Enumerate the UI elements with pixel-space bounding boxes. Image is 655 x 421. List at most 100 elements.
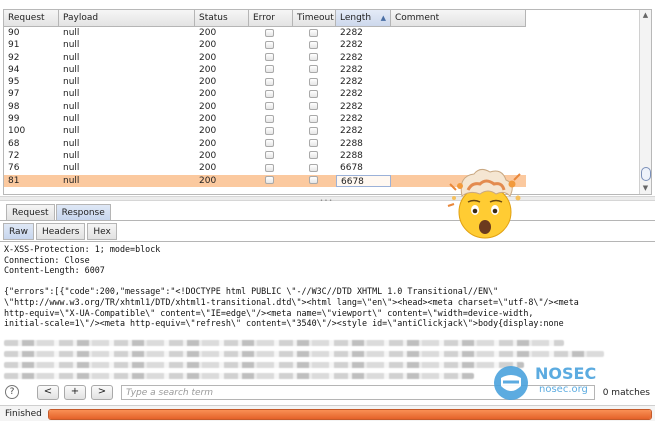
cell-comment (391, 76, 526, 88)
table-body: 90 null 200 2282 91 null 200 2282 92 null 200 2282 9… (4, 27, 526, 187)
timeout-checkbox[interactable] (309, 126, 318, 135)
table-row[interactable]: 100 null 200 2282 (4, 125, 526, 137)
response-viewer[interactable]: X-XSS-Protection: 1; mode=block Connecti… (0, 241, 655, 380)
error-checkbox[interactable] (265, 139, 274, 148)
column-header-status[interactable]: Status (195, 10, 249, 26)
error-checkbox[interactable] (265, 89, 274, 98)
timeout-checkbox[interactable] (309, 114, 318, 123)
cell-timeout (293, 88, 336, 100)
column-header-length-label: Length (340, 13, 372, 23)
cell-payload: null (63, 28, 80, 38)
cell-payload: null (63, 163, 80, 174)
subtab-hex[interactable]: Hex (87, 223, 117, 240)
column-header-payload[interactable]: Payload (59, 10, 195, 26)
cell-timeout (293, 162, 336, 174)
error-checkbox[interactable] (265, 163, 274, 172)
error-checkbox[interactable] (265, 65, 274, 74)
redacted-line (4, 340, 564, 346)
cell-length: 6678 (340, 163, 363, 174)
tab-request[interactable]: Request (6, 204, 55, 220)
table-row[interactable]: 99 null 200 2282 (4, 113, 526, 125)
column-header-error[interactable]: Error (249, 10, 293, 26)
timeout-checkbox[interactable] (309, 89, 318, 98)
error-checkbox[interactable] (265, 102, 274, 111)
timeout-checkbox[interactable] (309, 65, 318, 74)
tab-divider (0, 220, 655, 221)
column-header-request[interactable]: Request (4, 10, 59, 26)
table-row[interactable]: 97 null 200 2282 (4, 88, 526, 100)
timeout-checkbox[interactable] (309, 77, 318, 86)
timeout-checkbox[interactable] (309, 151, 318, 160)
timeout-checkbox[interactable] (309, 28, 318, 37)
table-row[interactable]: 91 null 200 2282 (4, 39, 526, 51)
table-scrollbar[interactable]: ▲ ▼ (639, 10, 651, 194)
match-count: 0 matches (602, 388, 650, 398)
cell-request: 72 (8, 150, 20, 161)
column-header-comment[interactable]: Comment (391, 10, 526, 26)
scrollbar-thumb[interactable] (641, 167, 651, 181)
search-next-button[interactable]: > (91, 385, 113, 400)
cell-timeout (293, 101, 336, 113)
cell-request: 68 (8, 138, 20, 149)
help-icon[interactable]: ? (5, 385, 19, 399)
error-checkbox[interactable] (265, 77, 274, 86)
table-row[interactable]: 68 null 200 2288 (4, 138, 526, 150)
error-checkbox[interactable] (265, 53, 274, 62)
column-header-timeout[interactable]: Timeout (293, 10, 336, 26)
cell-status: 200 (199, 40, 217, 51)
timeout-checkbox[interactable] (309, 139, 318, 148)
timeout-checkbox[interactable] (309, 176, 318, 185)
timeout-checkbox[interactable] (309, 163, 318, 172)
table-row[interactable]: 90 null 200 2282 (4, 27, 526, 39)
cell-request: 95 (8, 77, 20, 88)
table-row[interactable]: 72 null 200 2288 (4, 150, 526, 162)
tab-response[interactable]: Response (55, 204, 111, 220)
timeout-checkbox[interactable] (309, 40, 318, 49)
timeout-checkbox[interactable] (309, 102, 318, 111)
cell-status: 200 (199, 52, 217, 63)
cell-status: 200 (199, 175, 217, 186)
cell-payload: null (63, 77, 80, 88)
cell-request: 98 (8, 101, 20, 112)
error-checkbox[interactable] (265, 114, 274, 123)
search-add-button[interactable]: + (64, 385, 86, 400)
cell-payload: null (63, 114, 80, 125)
cell-payload: null (63, 150, 80, 161)
subtab-headers[interactable]: Headers (35, 223, 86, 240)
column-header-length[interactable]: Length ▲ (336, 10, 391, 26)
error-checkbox[interactable] (265, 176, 274, 185)
cell-timeout (293, 64, 336, 76)
pane-splitter[interactable]: • • • (0, 196, 655, 204)
error-checkbox[interactable] (265, 40, 274, 49)
cell-length: 2282 (340, 64, 363, 75)
error-checkbox[interactable] (265, 28, 274, 37)
results-table[interactable]: Request Payload Status Error Timeout Len… (3, 9, 652, 195)
subtab-raw[interactable]: Raw (3, 223, 34, 240)
table-row[interactable]: 98 null 200 2282 (4, 101, 526, 113)
error-checkbox[interactable] (265, 151, 274, 160)
cell-comment (391, 138, 526, 150)
table-row[interactable]: 94 null 200 2282 (4, 64, 526, 76)
cell-error (249, 175, 293, 187)
search-previous-button[interactable]: < (37, 385, 59, 400)
nosec-watermark: NOSEC nosec.org (491, 364, 609, 402)
cell-timeout (293, 138, 336, 150)
splitter-grip-icon[interactable]: • • • (320, 198, 332, 204)
table-row[interactable]: 92 null 200 2282 (4, 52, 526, 64)
scroll-up-icon[interactable]: ▲ (640, 11, 651, 19)
cell-timeout (293, 52, 336, 64)
cell-comment (391, 101, 526, 113)
response-raw-text[interactable]: X-XSS-Protection: 1; mode=block Connecti… (4, 244, 652, 329)
sort-ascending-icon: ▲ (380, 14, 386, 22)
cell-comment (391, 39, 526, 51)
cell-payload: null (63, 40, 80, 51)
cell-timeout (293, 125, 336, 137)
cell-request: 97 (8, 89, 20, 100)
cell-status: 200 (199, 126, 217, 137)
error-checkbox[interactable] (265, 126, 274, 135)
scroll-down-icon[interactable]: ▼ (640, 184, 651, 192)
table-row[interactable]: 95 null 200 2282 (4, 76, 526, 88)
cell-comment (391, 27, 526, 39)
cell-request: 76 (8, 163, 20, 174)
timeout-checkbox[interactable] (309, 53, 318, 62)
